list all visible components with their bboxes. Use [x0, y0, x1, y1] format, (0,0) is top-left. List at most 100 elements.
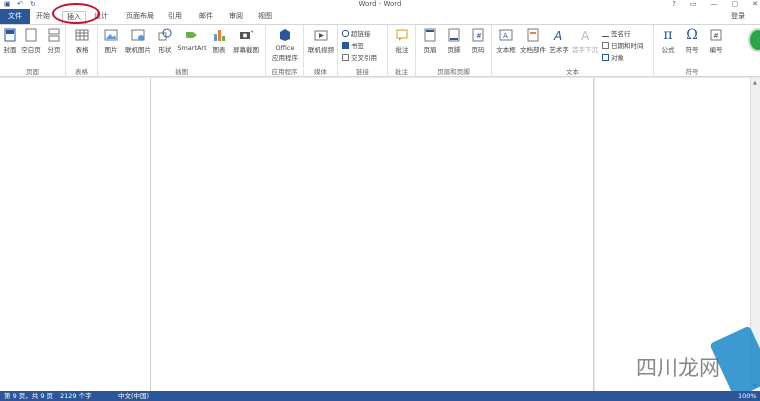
header-icon — [424, 28, 436, 42]
smartart-button[interactable]: SmartArt — [176, 28, 208, 52]
omega-icon: Ω — [686, 27, 698, 43]
equation-button[interactable]: π 公式 — [658, 28, 678, 54]
document-area: ▲ ▼ — [0, 78, 760, 391]
footer-icon — [448, 28, 460, 42]
table-icon — [75, 29, 89, 41]
group-label: 页面 — [26, 68, 39, 76]
group-header-footer: 页眉 页脚 # 页码 页眉和页脚 — [416, 25, 492, 77]
tab-file[interactable]: 文件 — [0, 9, 30, 24]
signature-icon — [602, 30, 609, 37]
table-button[interactable]: 表格 — [74, 28, 90, 54]
number-button[interactable]: # 编号 — [706, 28, 726, 54]
video-icon — [314, 30, 328, 41]
smartart-icon — [186, 32, 197, 38]
symbol-button[interactable]: Ω 符号 — [682, 28, 702, 54]
group-tables: 表格 表格 — [66, 25, 98, 77]
group-label: 符号 — [685, 68, 699, 76]
bookmark-icon — [342, 41, 349, 49]
signature-line-button[interactable]: 签名行 — [602, 28, 631, 38]
highlight-circle — [52, 3, 100, 24]
date-time-button[interactable]: 日期和时间 — [602, 40, 644, 50]
quick-access-toolbar: ▣ ↶ ↻ — [4, 0, 37, 9]
svg-text:+: + — [250, 29, 253, 35]
language-indicator[interactable]: 中文(中国) — [118, 391, 149, 401]
cross-reference-button[interactable]: 交叉引用 — [342, 52, 377, 62]
group-symbols: π 公式 Ω 符号 # 编号 符号 — [654, 25, 730, 77]
group-links: 超链接 书签 交叉引用 链接 — [338, 25, 388, 77]
online-video-button[interactable]: 联机视频 — [306, 28, 336, 54]
zoom-level[interactable]: 100% — [738, 391, 757, 401]
group-label: 页眉和页脚 — [437, 68, 470, 76]
picture-icon — [104, 29, 118, 41]
textbox-button[interactable]: A 文本框 — [494, 28, 518, 54]
watermark-text: 四川龙网 — [636, 356, 720, 380]
wordart-button[interactable]: A 艺术字 — [548, 28, 570, 54]
cover-page-icon — [4, 28, 16, 42]
tab-layout[interactable]: 页面布局 — [126, 11, 154, 22]
quick-parts-button[interactable]: 文档部件 — [519, 28, 547, 54]
group-label: 应用程序 — [271, 68, 298, 76]
blank-page-icon — [25, 28, 37, 42]
tab-home[interactable]: 开始 — [36, 11, 50, 22]
page-count[interactable]: 第 9 页，共 9 页 — [4, 391, 53, 401]
svg-text:#: # — [713, 32, 719, 40]
page-break-button[interactable]: 分页 — [45, 28, 63, 54]
quick-parts-icon — [527, 28, 539, 42]
scroll-up-icon[interactable]: ▲ — [753, 80, 757, 86]
group-label: 批注 — [395, 68, 408, 76]
drop-cap-button[interactable]: A 首字下沉 — [571, 28, 599, 54]
close-icon[interactable]: ✕ — [752, 0, 758, 8]
svg-text:A: A — [503, 32, 508, 40]
group-pages: 封面 空白页 分页 页面 — [0, 25, 66, 77]
screenshot-icon: + — [240, 29, 253, 39]
tab-view[interactable]: 视图 — [258, 11, 272, 22]
bookmark-button[interactable]: 书签 — [342, 40, 364, 50]
group-label: 插图 — [175, 68, 188, 76]
ribbon-display-icon[interactable]: ▭ — [690, 0, 697, 8]
online-picture-button[interactable]: 联机图片 — [123, 28, 153, 54]
document-page[interactable] — [150, 78, 594, 391]
hyperlink-button[interactable]: 超链接 — [342, 28, 371, 38]
help-icon[interactable]: ? — [672, 0, 676, 8]
redo-icon[interactable]: ↻ — [30, 1, 37, 8]
tab-mailings[interactable]: 邮件 — [199, 11, 213, 22]
comment-button[interactable]: 批注 — [393, 28, 411, 54]
minimize-icon[interactable]: — — [711, 0, 718, 8]
group-apps: Office 应用程序 应用程序 — [266, 25, 304, 77]
tab-review[interactable]: 审阅 — [229, 11, 243, 22]
login-link[interactable]: 登录 — [731, 11, 745, 21]
svg-text:A: A — [581, 29, 590, 42]
pi-icon: π — [663, 27, 673, 43]
drop-cap-icon: A — [581, 29, 590, 42]
ribbon: 封面 空白页 分页 页面 表格 表格 图片 联机图片 形状 SmartArt 图… — [0, 24, 760, 77]
office-apps-button[interactable]: Office 应用程序 — [268, 28, 302, 62]
group-illustrations: 图片 联机图片 形状 SmartArt 图表 + 屏幕截图 插图 — [98, 25, 266, 77]
svg-text:#: # — [476, 32, 482, 40]
screenshot-button[interactable]: + 屏幕截图 — [230, 28, 262, 54]
picture-button[interactable]: 图片 — [102, 28, 120, 54]
header-button[interactable]: 页眉 — [420, 28, 440, 54]
shapes-button[interactable]: 形状 — [156, 28, 174, 54]
status-bar: 第 9 页，共 9 页 2129 个字 中文(中国) 100% — [0, 391, 760, 401]
link-icon — [342, 29, 349, 37]
cross-reference-icon — [342, 53, 349, 61]
object-button[interactable]: 对象 — [602, 52, 624, 62]
group-label: 链接 — [356, 68, 369, 76]
group-text: A 文本框 文档部件 A 艺术字 A 首字下沉 签名行 日期和时间 对象 文本 — [492, 25, 654, 77]
cover-button[interactable]: 封面 — [2, 28, 18, 54]
online-picture-icon — [131, 29, 145, 41]
undo-icon[interactable]: ↶ — [17, 1, 24, 8]
calendar-icon — [602, 41, 609, 49]
chart-button[interactable]: 图表 — [210, 28, 228, 54]
maximize-icon[interactable]: ▢ — [732, 0, 739, 8]
textbox-icon: A — [499, 29, 513, 41]
group-media: 联机视频 媒体 — [304, 25, 338, 77]
tab-references[interactable]: 引用 — [168, 11, 182, 22]
save-icon[interactable]: ▣ — [4, 1, 11, 8]
wordart-icon: A — [553, 29, 562, 42]
blank-page-button[interactable]: 空白页 — [20, 28, 42, 54]
comment-icon — [396, 29, 408, 41]
page-number-button[interactable]: # 页码 — [468, 28, 488, 54]
word-count[interactable]: 2129 个字 — [60, 391, 92, 401]
footer-button[interactable]: 页脚 — [444, 28, 464, 54]
